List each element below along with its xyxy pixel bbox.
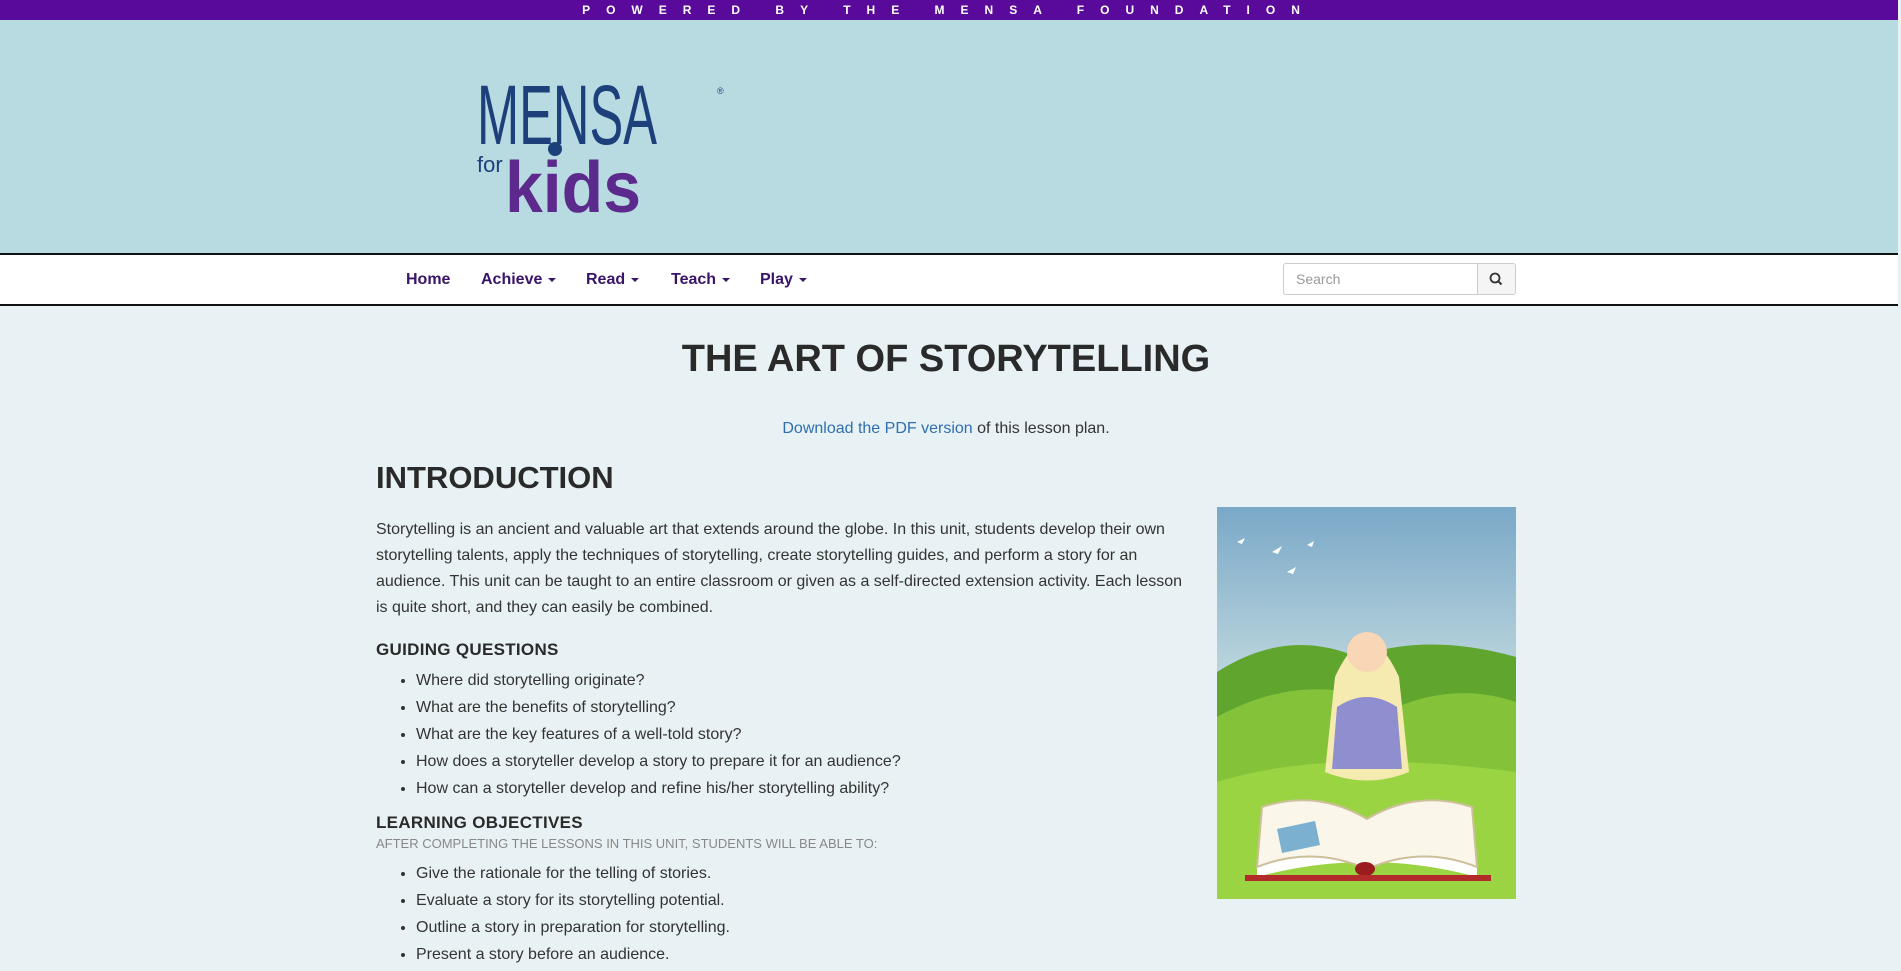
guiding-questions-list: Where did storytelling originate? What a… <box>376 667 901 802</box>
learning-objectives-list: Give the rationale for the telling of st… <box>376 860 730 968</box>
pdf-download-line: Download the PDF version of this lesson … <box>376 420 1516 438</box>
caret-down-icon <box>798 277 807 282</box>
learning-objectives-subheading: AFTER COMPLETING THE LESSONS IN THIS UNI… <box>376 836 878 851</box>
introduction-text: Storytelling is an ancient and valuable … <box>376 521 1183 616</box>
list-item: What are the key features of a well-told… <box>416 721 901 748</box>
girl-reading-book-illustration <box>1217 507 1516 899</box>
list-item: How can a storyteller develop and refine… <box>416 775 901 802</box>
list-item: How does a storyteller develop a story t… <box>416 748 901 775</box>
logo-registered-mark: ® <box>717 86 724 96</box>
nav-play[interactable]: Play <box>760 255 807 304</box>
search-button[interactable] <box>1477 263 1516 295</box>
pdf-download-suffix: of this lesson plan. <box>972 420 1110 437</box>
logo-for-text: for <box>477 152 503 177</box>
caret-down-icon <box>548 277 557 282</box>
pdf-download-link[interactable]: Download the PDF version <box>782 420 972 437</box>
caret-down-icon <box>631 277 640 282</box>
guiding-questions-heading: GUIDING QUESTIONS <box>376 640 559 659</box>
list-item: Outline a story in preparation for story… <box>416 914 730 941</box>
nav-achieve[interactable]: Achieve <box>481 255 557 304</box>
mensa-for-kids-logo[interactable]: MENSA ® for kids <box>475 62 725 232</box>
powered-by-banner: POWERED BY THE MENSA FOUNDATION <box>0 0 1898 20</box>
list-item: Present a story before an audience. <box>416 941 730 968</box>
introduction-heading: INTRODUCTION <box>376 460 614 495</box>
site-header: MENSA ® for kids <box>0 20 1898 255</box>
nav-home[interactable]: Home <box>406 255 450 304</box>
logo-kids-text: kids <box>505 148 641 228</box>
page-title: THE ART OF STORYTELLING <box>681 338 1211 380</box>
list-item: What are the benefits of storytelling? <box>416 694 901 721</box>
list-item: Where did storytelling originate? <box>416 667 901 694</box>
learning-objectives-heading: LEARNING OBJECTIVES <box>376 813 583 832</box>
search-input[interactable] <box>1283 263 1477 295</box>
main-navbar: Home Achieve Read Teach Play <box>0 255 1898 306</box>
list-item: Evaluate a story for its storytelling po… <box>416 887 730 914</box>
nav-read[interactable]: Read <box>586 255 640 304</box>
nav-teach[interactable]: Teach <box>671 255 731 304</box>
list-item: Give the rationale for the telling of st… <box>416 860 730 887</box>
caret-down-icon <box>722 277 731 282</box>
magnifier-icon <box>1489 272 1503 286</box>
